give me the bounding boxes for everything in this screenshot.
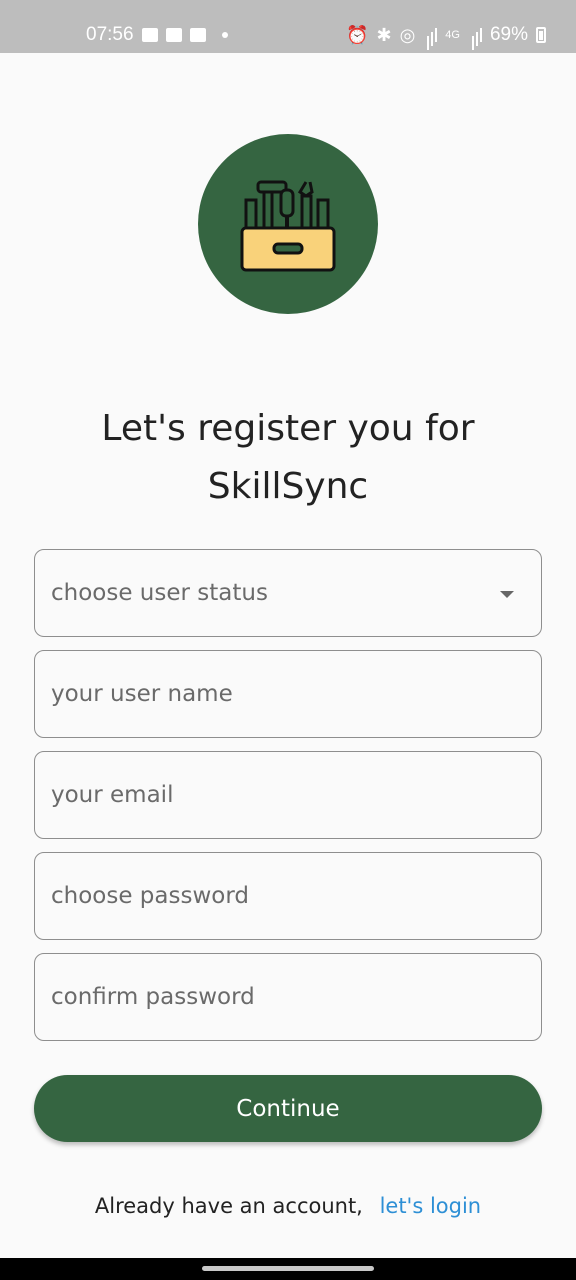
gallery-notification-icon: [141, 28, 158, 42]
confirm-password-input[interactable]: [51, 984, 541, 1010]
app-notification-icon: [189, 28, 206, 42]
hotspot-icon: ◎: [399, 25, 416, 45]
user-status-placeholder: choose user status: [51, 580, 268, 606]
toolbox-icon: [240, 180, 336, 272]
battery-icon: [536, 27, 546, 43]
battery-percent: 69%: [489, 24, 528, 45]
login-prompt: Already have an account, let's login: [0, 1194, 576, 1218]
status-time: 07:56: [86, 24, 134, 45]
status-bar: 07:56 ⏰ ✱ ◎ 4G 69%: [0, 0, 576, 53]
status-bar-right: ⏰ ✱ ◎ 4G 69%: [346, 24, 546, 46]
alarm-icon: ⏰: [346, 25, 369, 45]
network-type: 4G: [445, 29, 460, 41]
email-field[interactable]: [34, 751, 542, 839]
username-field[interactable]: [34, 650, 542, 738]
signal-icon-2: [468, 28, 482, 42]
title-line-1: Let's register you for: [101, 408, 475, 449]
signal-icon: [423, 28, 438, 42]
login-link[interactable]: let's login: [380, 1194, 482, 1218]
dropdown-caret-icon: [500, 591, 514, 598]
continue-button[interactable]: Continue: [34, 1075, 542, 1142]
system-nav-bar: [0, 1258, 576, 1280]
page-title: Let's register you for SkillSync: [0, 400, 576, 516]
password-input[interactable]: [51, 883, 541, 909]
folder-notification-icon: [165, 28, 182, 42]
user-status-dropdown[interactable]: choose user status: [34, 549, 542, 637]
login-prompt-text: Already have an account,: [94, 1194, 363, 1218]
email-input[interactable]: [51, 782, 541, 808]
username-input[interactable]: [51, 681, 541, 707]
confirm-password-field[interactable]: [34, 953, 542, 1041]
status-bar-left: 07:56: [86, 24, 228, 46]
password-field[interactable]: [34, 852, 542, 940]
title-line-2: SkillSync: [207, 466, 369, 507]
more-notifications-icon: [221, 32, 228, 38]
bluetooth-icon: ✱: [376, 25, 392, 45]
app-logo: [198, 134, 378, 314]
home-gesture-handle[interactable]: [202, 1266, 374, 1271]
